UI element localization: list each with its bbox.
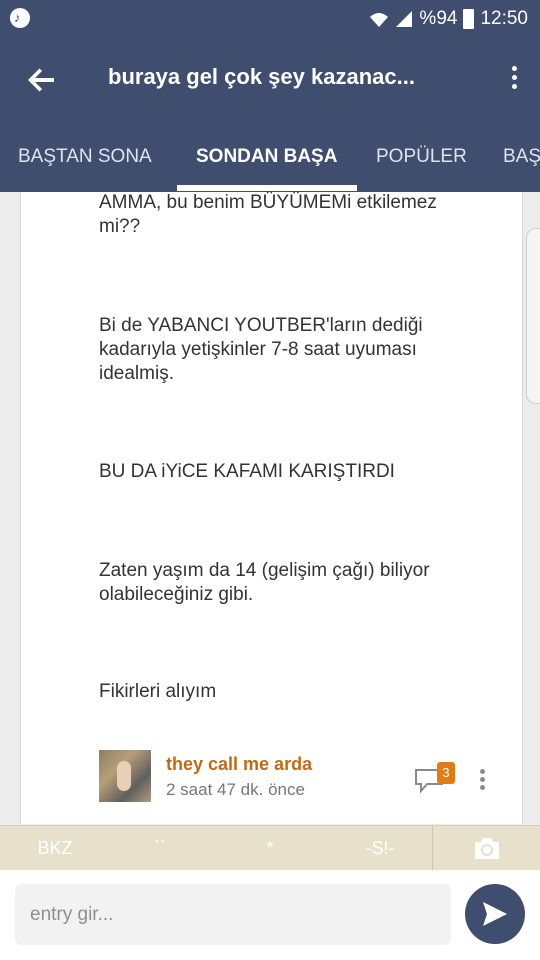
more-vert-icon[interactable] bbox=[504, 62, 524, 102]
entry-card bbox=[20, 192, 523, 824]
entry-paragraph: Bi de YABANCI YOUTBER'ların dediği kadar… bbox=[99, 315, 423, 384]
asterisk-button[interactable]: * bbox=[245, 826, 295, 871]
page-title: buraya gel çok şey kazanac... bbox=[108, 64, 415, 89]
entry-input[interactable] bbox=[15, 884, 451, 945]
tab-bastan-sona[interactable]: BAŞTAN SONA bbox=[18, 122, 152, 192]
entry-paragraph: AMMA, bu benim BÜYÜMEMi etkilemez mi?? bbox=[99, 192, 437, 237]
bkz-button[interactable]: BKZ bbox=[20, 826, 90, 871]
entry-paragraph: Zaten yaşım da 14 (gelişim çağı) biliyor… bbox=[99, 560, 430, 605]
entry-input-area bbox=[0, 870, 540, 960]
camera-icon[interactable] bbox=[472, 835, 502, 861]
entry-paragraph: BU DA iYiCE KAFAMI KARIŞTIRDI bbox=[99, 461, 395, 482]
scroll-handle[interactable] bbox=[526, 228, 540, 404]
battery-percent: %94 bbox=[419, 8, 458, 29]
wifi-icon bbox=[370, 13, 389, 27]
avatar[interactable] bbox=[99, 750, 151, 802]
status-bar: ♪ %94 12:50 bbox=[0, 0, 540, 38]
send-icon bbox=[483, 902, 507, 926]
back-arrow-icon[interactable] bbox=[18, 56, 66, 104]
tab-populer[interactable]: POPÜLER bbox=[376, 122, 467, 192]
tab-bas[interactable]: BAŞ bbox=[503, 122, 540, 192]
clock: 12:50 bbox=[480, 8, 528, 29]
music-note-icon: ♪ bbox=[10, 8, 30, 28]
author-name[interactable]: they call me arda bbox=[166, 754, 312, 775]
entry-paragraph: Fikirleri alıyım bbox=[99, 681, 217, 702]
tab-bar: BAŞTAN SONA SONDAN BAŞA POPÜLER BAŞ bbox=[0, 122, 540, 192]
comment-count-badge[interactable]: 3 bbox=[437, 762, 455, 784]
battery-icon bbox=[463, 9, 475, 29]
more-vert-icon[interactable] bbox=[476, 766, 488, 796]
app-bar: buraya gel çok şey kazanac... bbox=[0, 38, 540, 122]
send-button[interactable] bbox=[465, 884, 525, 944]
signal-icon bbox=[396, 11, 413, 27]
spoiler-button[interactable]: -S!- bbox=[345, 826, 415, 871]
status-indicators: %94 12:50 bbox=[369, 8, 528, 30]
camera-button[interactable] bbox=[432, 826, 540, 871]
tab-sondan-basa[interactable]: SONDAN BAŞA bbox=[196, 122, 337, 192]
format-toolbar: BKZ `` * -S!- bbox=[0, 825, 540, 871]
backtick-button[interactable]: `` bbox=[130, 826, 190, 871]
entry-time: 2 saat 47 dk. önce bbox=[166, 780, 305, 799]
